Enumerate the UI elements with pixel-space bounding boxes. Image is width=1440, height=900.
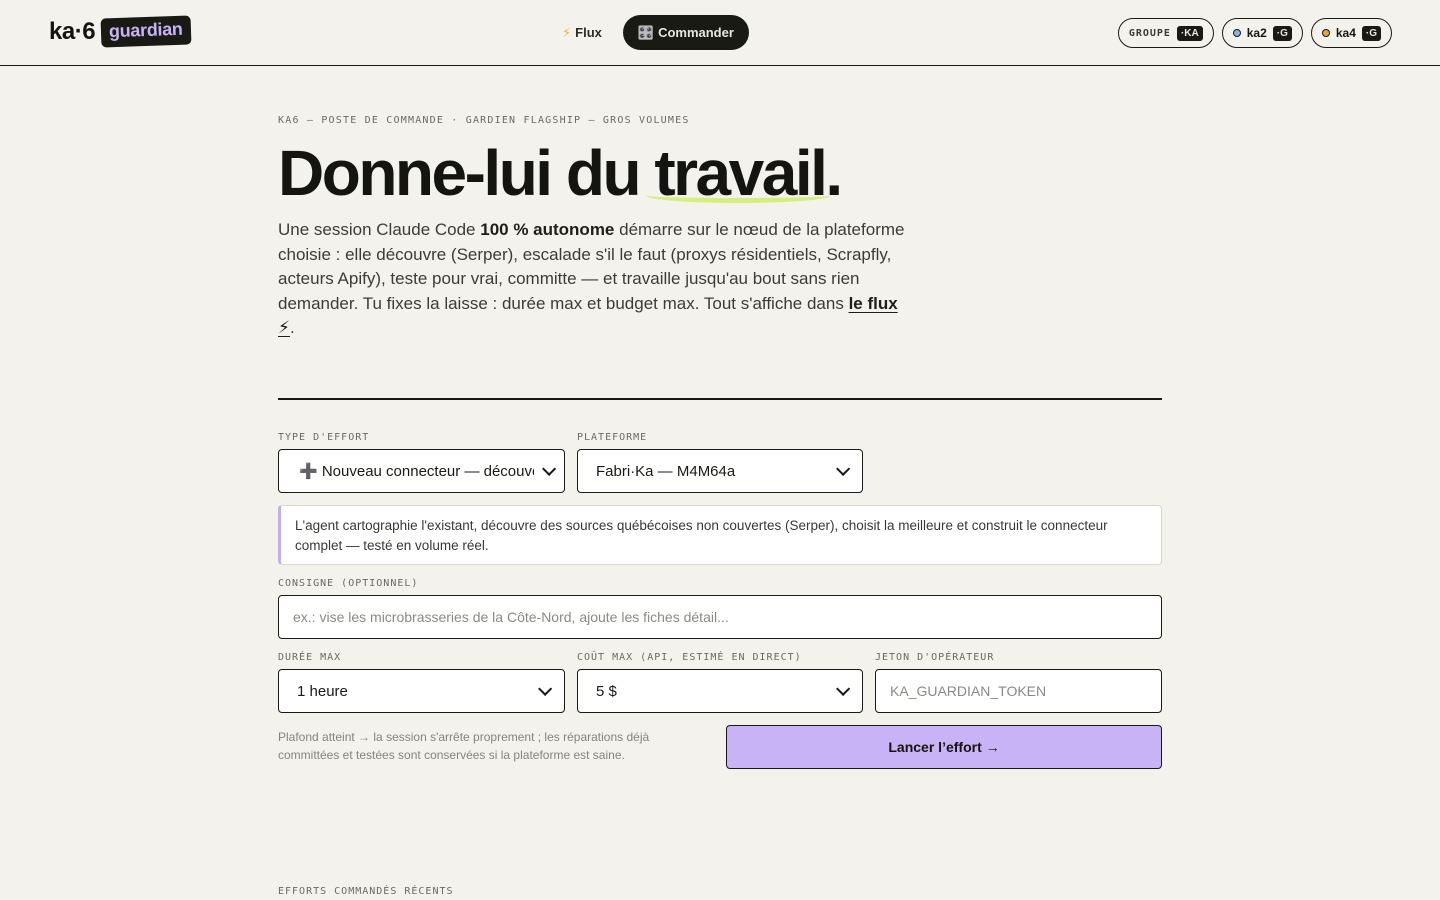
recent-efforts-heading: EFFORTS COMMANDÉS RÉCENTS	[278, 886, 454, 897]
launch-effort-button[interactable]: Lancer l’effort →	[726, 725, 1162, 769]
duration-label: DURÉE MAX	[278, 652, 342, 663]
group-pill[interactable]: GROUPE ·KA	[1117, 18, 1214, 48]
intro-text: Une session Claude Code 100 % autonome d…	[278, 218, 908, 341]
status-dot-icon	[1232, 29, 1241, 37]
group-pill-tag: ·KA	[1176, 25, 1203, 41]
nav-flux[interactable]: ⚡ Flux	[549, 15, 615, 50]
logo-badge: guardian	[100, 15, 192, 48]
node-pills: GROUPE ·KA ka2 ·G ka4 ·G	[1117, 18, 1392, 48]
chevron-down-icon	[836, 461, 851, 476]
page-title: Donne-lui du travail.	[278, 135, 843, 211]
token-placeholder: KA_GUARDIAN_TOKEN	[890, 683, 1047, 699]
headline-end: .	[825, 137, 843, 209]
duration-value: 1 heure	[297, 682, 348, 700]
intro-part-1: Une session Claude Code	[278, 220, 481, 239]
chevron-down-icon	[542, 461, 557, 476]
node-pill-ka4-tag: ·G	[1361, 25, 1381, 41]
intro-part-3: .	[289, 318, 295, 338]
logo-word: ka·6	[49, 17, 96, 45]
consigne-label: CONSIGNE (OPTIONNEL)	[278, 578, 419, 589]
effort-type-select[interactable]: ➕ Nouveau connecteur — découverte	[278, 449, 565, 493]
node-pill-ka2[interactable]: ka2 ·G	[1221, 18, 1303, 48]
eyebrow: KA6 — POSTE DE COMMANDE · GARDIEN FLAGSH…	[278, 115, 690, 126]
nav-flux-label: Flux	[575, 25, 602, 40]
node-pill-ka4[interactable]: ka4 ·G	[1310, 18, 1392, 48]
logo[interactable]: ka·6 guardian	[49, 15, 192, 48]
status-dot-icon	[1321, 29, 1330, 37]
cost-value: 5 $	[596, 682, 617, 700]
cost-select[interactable]: 5 $	[577, 669, 863, 713]
effort-description: L'agent cartographie l'existant, découvr…	[278, 505, 1162, 565]
headline-start: Donne-lui du	[278, 137, 655, 209]
node-pill-ka2-label: ka2	[1246, 26, 1267, 40]
headline-highlight: travail	[646, 137, 832, 209]
nav-commander-label: Commander	[658, 25, 734, 40]
consigne-input[interactable]: ex.: vise les microbrasseries de la Côte…	[278, 595, 1162, 639]
token-label: JETON D'OPÉRATEUR	[875, 652, 995, 663]
limit-hint: Plafond atteint → la session s'arrête pr…	[278, 730, 650, 762]
duration-select[interactable]: 1 heure	[278, 669, 565, 713]
effort-type-label: TYPE D'EFFORT	[278, 432, 370, 443]
lightning-icon: ⚡	[562, 24, 572, 40]
platform-value: Fabri·Ka — M4M64a	[596, 462, 736, 480]
nav-commander[interactable]: 🎛️ Commander	[622, 15, 749, 50]
top-bar: ka·6 guardian ⚡ Flux 🎛️ Commander GROUPE…	[0, 0, 1440, 66]
main-nav: ⚡ Flux 🎛️ Commander	[549, 15, 749, 50]
node-pill-ka2-tag: ·G	[1272, 25, 1292, 41]
platform-label: PLATEFORME	[577, 432, 648, 443]
intro-bold: 100 % autonome	[480, 220, 615, 239]
consigne-placeholder: ex.: vise les microbrasseries de la Côte…	[293, 609, 729, 625]
group-pill-label: GROUPE	[1128, 27, 1171, 39]
section-divider	[278, 398, 1162, 400]
chevron-down-icon	[836, 681, 851, 696]
control-knobs-icon: 🎛️	[637, 24, 655, 40]
operator-token-input[interactable]: KA_GUARDIAN_TOKEN	[875, 669, 1162, 713]
chevron-down-icon	[538, 681, 553, 696]
cost-label: COÛT MAX (API, ESTIMÉ EN DIRECT)	[577, 652, 802, 663]
platform-select[interactable]: Fabri·Ka — M4M64a	[577, 449, 863, 493]
effort-type-value: ➕ Nouveau connecteur — découverte	[299, 463, 534, 480]
node-pill-ka4-label: ka4	[1335, 26, 1356, 40]
